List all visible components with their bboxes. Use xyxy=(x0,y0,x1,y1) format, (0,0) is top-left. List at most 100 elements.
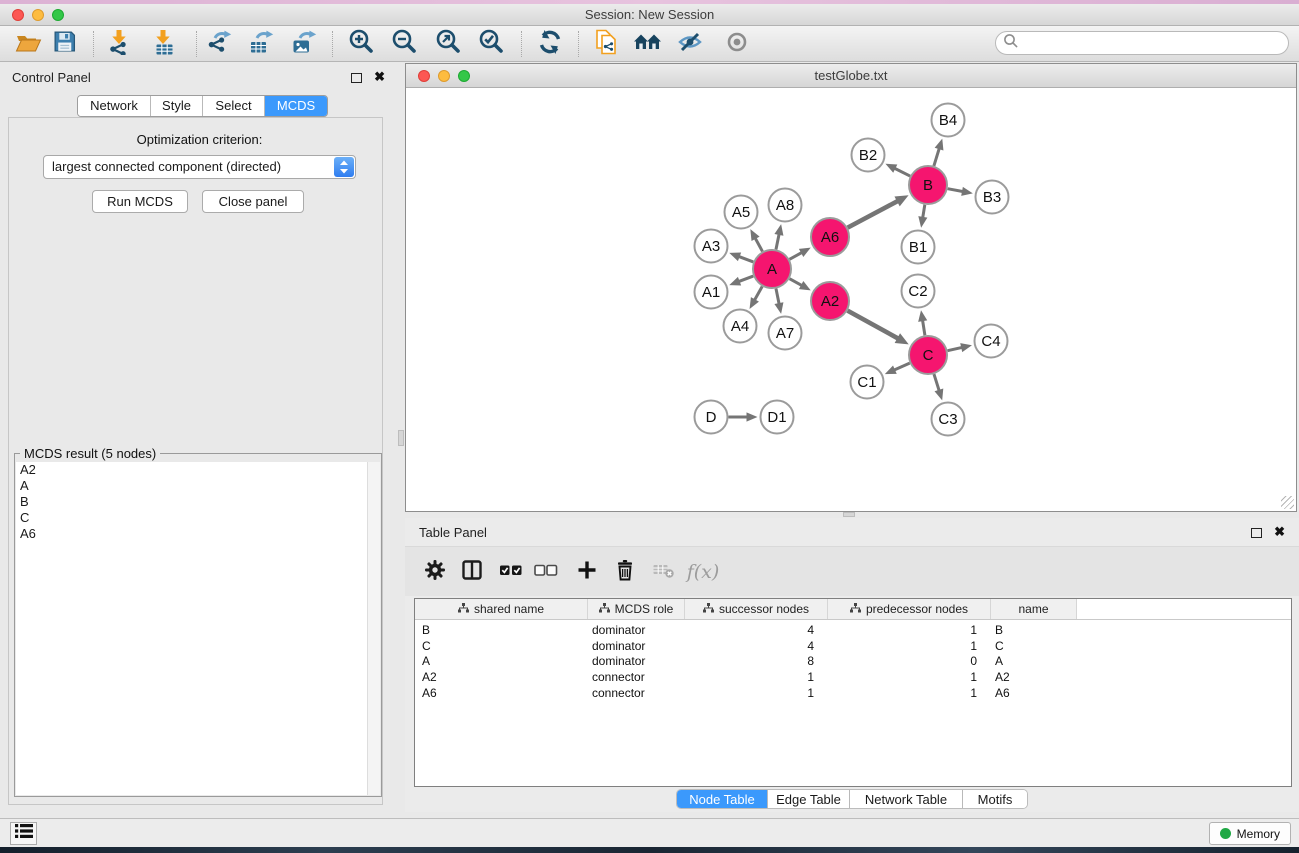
table-row[interactable]: A2 connector 11 A2 xyxy=(415,670,1291,686)
cell-predecessor-nodes[interactable]: 1 xyxy=(828,686,977,702)
resize-grip-icon[interactable] xyxy=(1281,496,1294,509)
tab-network[interactable]: Network xyxy=(78,96,151,116)
cell-successor-nodes[interactable]: 1 xyxy=(685,686,814,702)
edge-C-C1[interactable] xyxy=(893,363,910,370)
cell-MCDS-role[interactable]: dominator xyxy=(592,639,645,655)
zoom-selected-button[interactable] xyxy=(474,28,508,60)
column-header-MCDS-role[interactable]: MCDS role xyxy=(588,599,685,619)
edge-B-B4[interactable] xyxy=(934,147,940,166)
tab-network-table[interactable]: Network Table xyxy=(850,790,963,808)
cell-predecessor-nodes[interactable]: 1 xyxy=(828,639,977,655)
tab-style[interactable]: Style xyxy=(151,96,203,116)
refresh-button[interactable] xyxy=(533,28,567,60)
tab-select[interactable]: Select xyxy=(203,96,265,116)
run-mcds-button[interactable]: Run MCDS xyxy=(92,190,188,213)
edge-A-A5[interactable] xyxy=(755,237,763,251)
column-header-successor-nodes[interactable]: successor nodes xyxy=(685,599,828,619)
network-window-titlebar[interactable]: testGlobe.txt xyxy=(406,64,1296,88)
cell-MCDS-role[interactable]: dominator xyxy=(592,623,645,639)
cell-successor-nodes[interactable]: 4 xyxy=(685,623,814,639)
close-panel-icon[interactable]: ✖ xyxy=(374,69,385,85)
task-history-button[interactable] xyxy=(10,822,37,845)
split-columns-button[interactable] xyxy=(454,555,490,589)
column-header-predecessor-nodes[interactable]: predecessor nodes xyxy=(828,599,991,619)
memory-button[interactable]: Memory xyxy=(1209,822,1291,845)
export-image-button[interactable] xyxy=(287,28,321,60)
save-button[interactable] xyxy=(47,28,81,60)
result-item[interactable]: A6 xyxy=(16,526,380,542)
import-table-button[interactable] xyxy=(147,28,181,60)
result-item[interactable]: A xyxy=(16,478,380,494)
cell-shared-name[interactable]: A2 xyxy=(422,670,437,686)
edge-A-A2[interactable] xyxy=(790,279,803,286)
hide-details-button[interactable] xyxy=(673,28,707,60)
edge-A-A8[interactable] xyxy=(776,233,779,249)
gear-button[interactable] xyxy=(417,555,453,589)
result-item[interactable]: B xyxy=(16,494,380,510)
cell-successor-nodes[interactable]: 8 xyxy=(685,654,814,670)
cell-shared-name[interactable]: A6 xyxy=(422,686,437,702)
zoom-fit-button[interactable] xyxy=(431,28,465,60)
criterion-dropdown[interactable]: largest connected component (directed) xyxy=(43,155,356,179)
result-scrollbar[interactable] xyxy=(367,462,380,795)
export-table-button[interactable] xyxy=(244,28,278,60)
network-canvas[interactable]: AA1A2A3A4A5A6A7A8BB1B2B3B4CC1C2C3C4DD1 xyxy=(406,88,1296,511)
edge-A-A3[interactable] xyxy=(738,256,754,262)
result-item[interactable]: A2 xyxy=(16,462,380,478)
cell-name[interactable]: C xyxy=(995,639,1004,655)
edge-C-C4[interactable] xyxy=(948,347,964,350)
open-button[interactable] xyxy=(11,28,45,60)
home-button[interactable] xyxy=(631,28,665,60)
cell-predecessor-nodes[interactable]: 0 xyxy=(828,654,977,670)
cell-shared-name[interactable]: A xyxy=(422,654,430,670)
vertical-divider-handle[interactable] xyxy=(398,430,404,446)
edge-B-B1[interactable] xyxy=(923,205,925,219)
table-row[interactable]: Adominator80A xyxy=(415,654,1291,670)
edge-A2-C[interactable] xyxy=(848,311,900,339)
mcds-result-list[interactable]: A2ABCA6 xyxy=(16,462,380,795)
import-network-button[interactable] xyxy=(103,28,137,60)
cell-MCDS-role[interactable]: connector xyxy=(592,670,645,686)
search-input[interactable] xyxy=(1023,33,1288,53)
result-item[interactable]: C xyxy=(16,510,380,526)
cell-predecessor-nodes[interactable]: 1 xyxy=(828,623,977,639)
uncheck-all-button[interactable] xyxy=(528,555,564,589)
horizontal-divider-handle[interactable] xyxy=(843,512,855,517)
table-row[interactable]: A6connector11A6 xyxy=(415,686,1291,702)
edge-B-B2[interactable] xyxy=(893,168,910,176)
edge-B-B3[interactable] xyxy=(948,189,964,192)
column-header-shared-name[interactable]: shared name xyxy=(415,599,588,619)
table-row[interactable]: Bdominator 41 B xyxy=(415,623,1291,639)
new-network-button[interactable] xyxy=(589,28,623,60)
add-row-button[interactable] xyxy=(569,555,605,589)
edge-C-C2[interactable] xyxy=(922,319,925,335)
edge-A-A4[interactable] xyxy=(754,286,762,301)
check-all-button[interactable] xyxy=(493,555,529,589)
search-field[interactable] xyxy=(995,31,1289,55)
tab-edge-table[interactable]: Edge Table xyxy=(768,790,850,808)
float-panel-icon[interactable] xyxy=(351,73,362,83)
edge-A6-B[interactable] xyxy=(848,200,899,227)
cell-name[interactable]: A2 xyxy=(995,670,1010,686)
tab-motifs[interactable]: Motifs xyxy=(963,790,1027,808)
table-float-icon[interactable] xyxy=(1251,528,1262,538)
column-header-name[interactable]: name xyxy=(991,599,1077,619)
cell-name[interactable]: A xyxy=(995,654,1003,670)
cell-name[interactable]: A6 xyxy=(995,686,1010,702)
edge-C-C3[interactable] xyxy=(934,374,940,392)
edge-A-A6[interactable] xyxy=(790,252,803,259)
cell-shared-name[interactable]: C xyxy=(422,639,431,655)
edge-A-A7[interactable] xyxy=(776,289,779,305)
show-details-button[interactable] xyxy=(720,28,754,60)
export-network-button[interactable] xyxy=(202,28,236,60)
cell-predecessor-nodes[interactable]: 1 xyxy=(828,670,977,686)
cell-shared-name[interactable]: B xyxy=(422,623,430,639)
table-row[interactable]: Cdominator 41 C xyxy=(415,639,1291,655)
zoom-out-button[interactable] xyxy=(387,28,421,60)
close-panel-button[interactable]: Close panel xyxy=(202,190,304,213)
table-close-icon[interactable]: ✖ xyxy=(1274,524,1285,540)
edge-A-A1[interactable] xyxy=(738,276,754,282)
cell-successor-nodes[interactable]: 4 xyxy=(685,639,814,655)
cell-name[interactable]: B xyxy=(995,623,1003,639)
cell-successor-nodes[interactable]: 1 xyxy=(685,670,814,686)
